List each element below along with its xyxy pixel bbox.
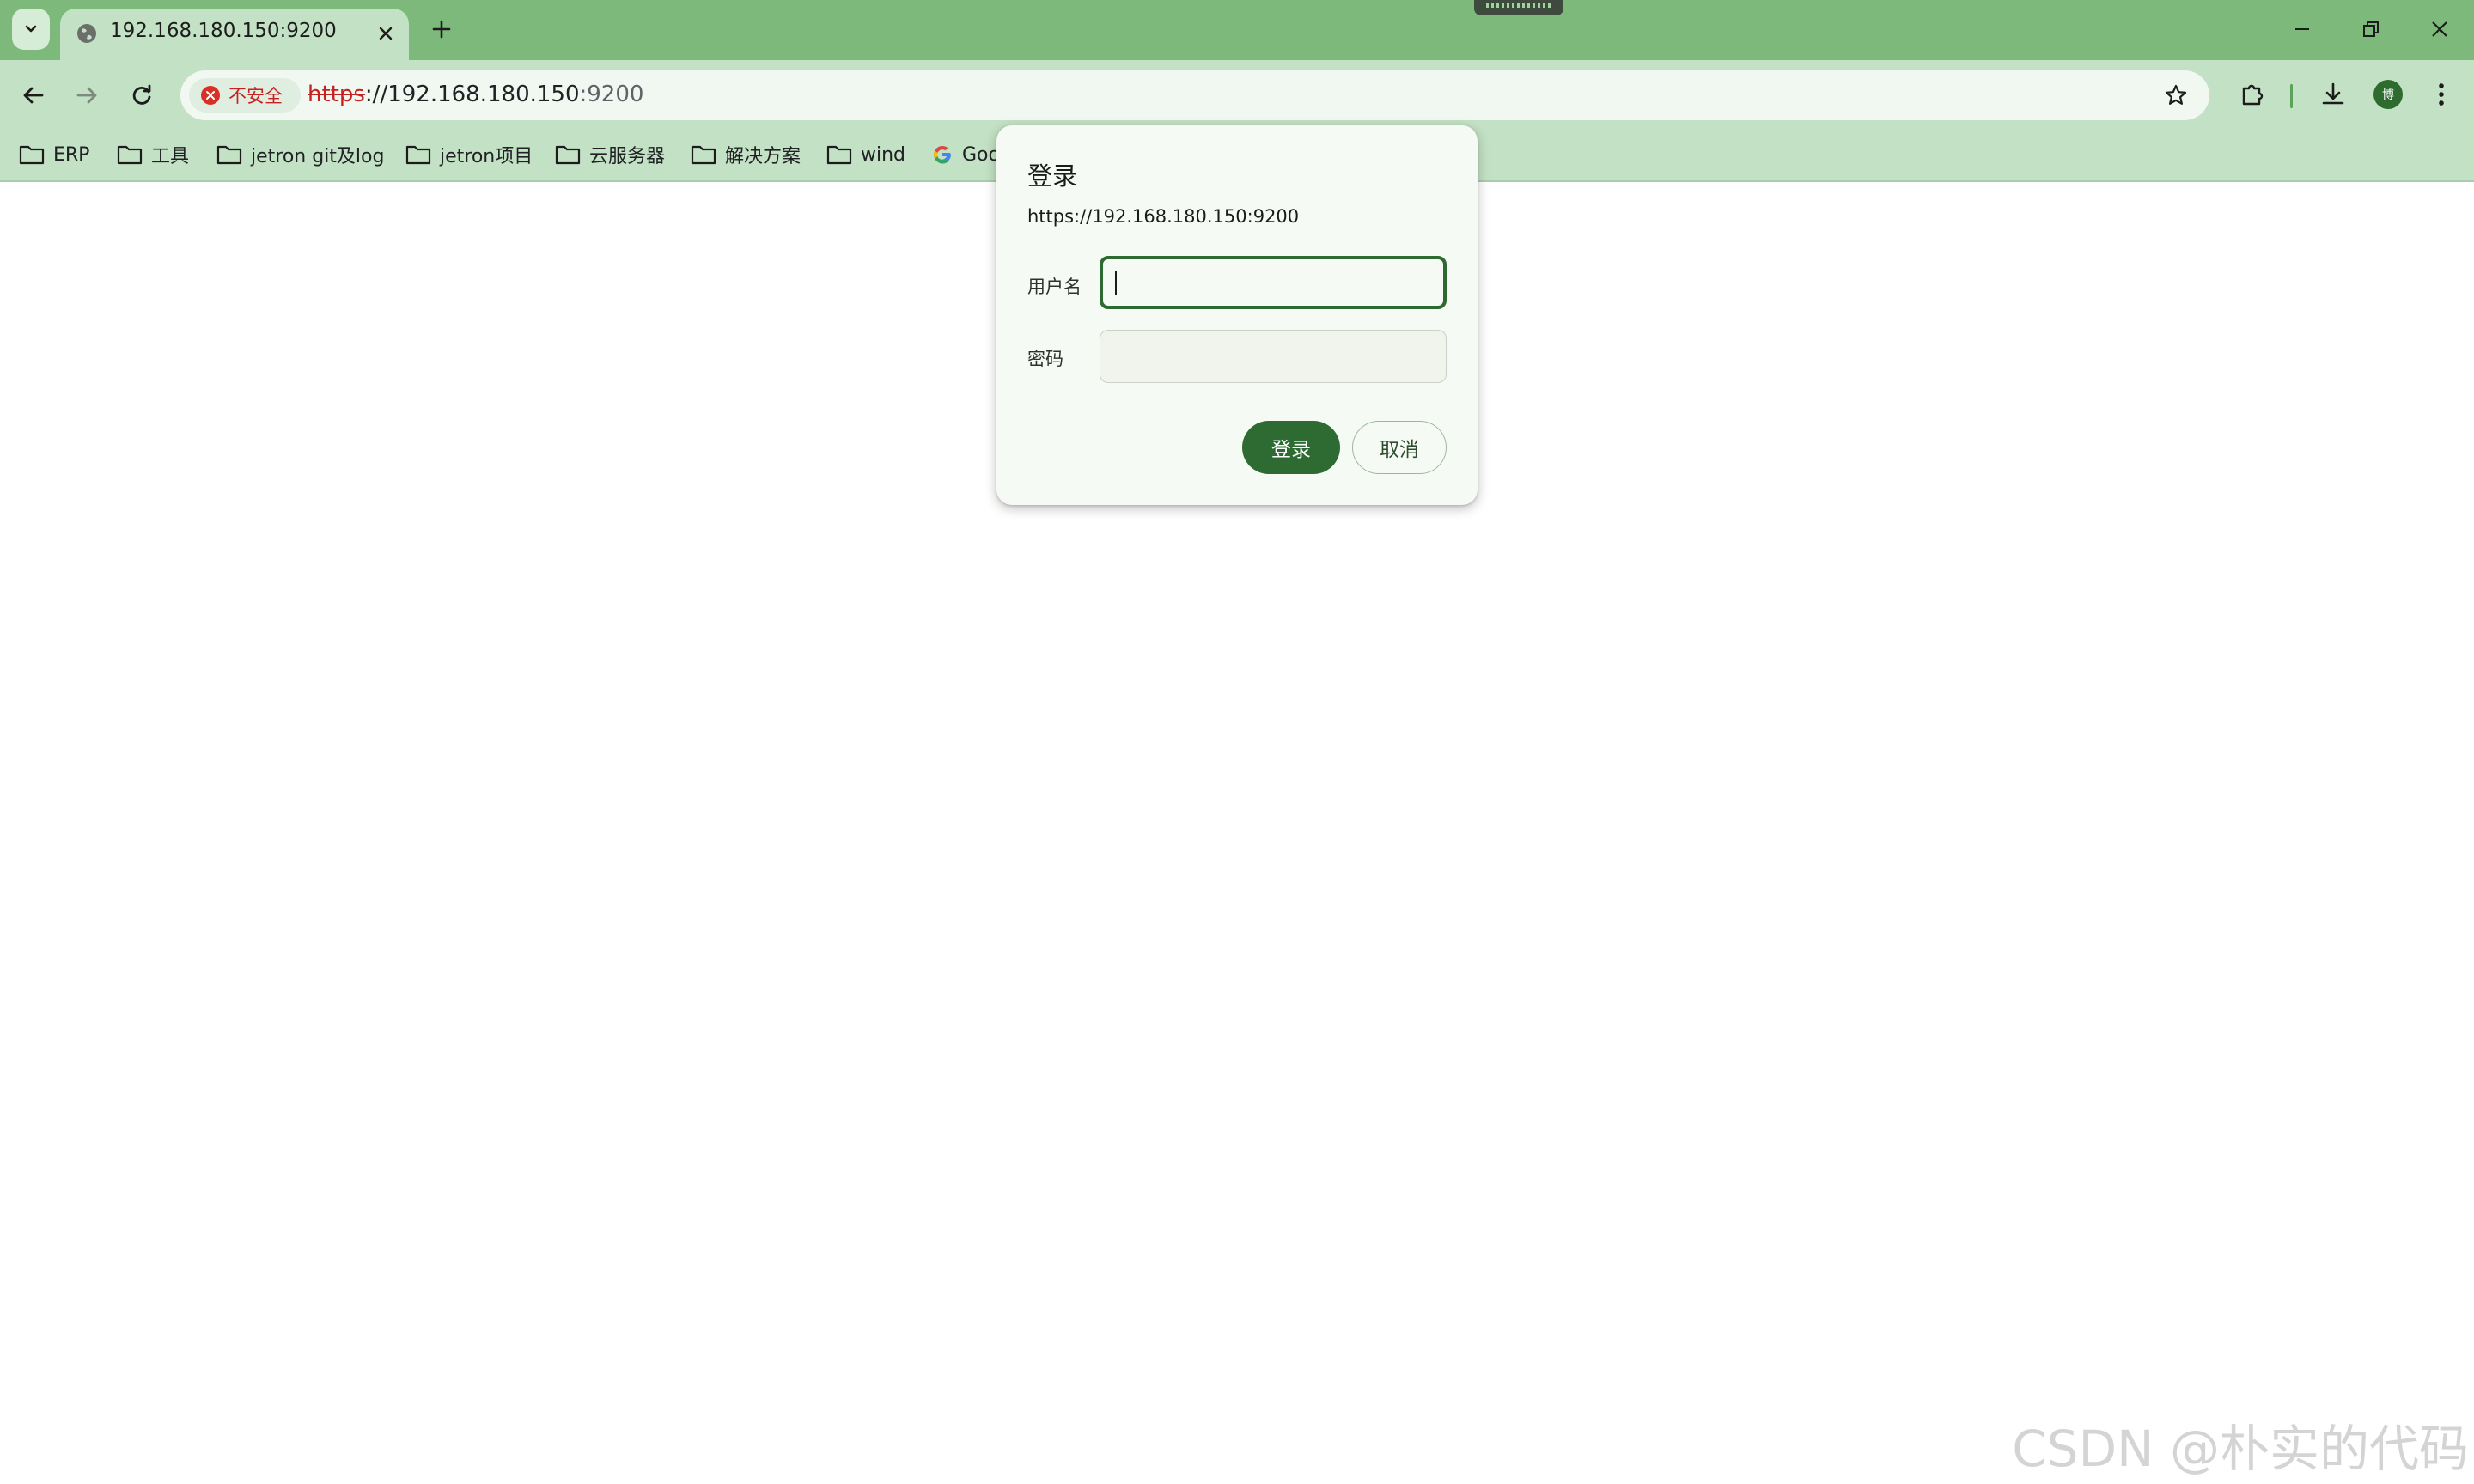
close-icon xyxy=(379,27,393,40)
more-vertical-icon xyxy=(2439,83,2444,106)
text-caret xyxy=(1115,271,1117,295)
camera-notch xyxy=(1474,0,1563,15)
forward-button[interactable] xyxy=(67,76,107,115)
url-host: ://192.168.180.150 xyxy=(364,82,580,107)
bookmark-folder-tools[interactable]: 工具 xyxy=(117,137,189,172)
dialog-url: https://192.168.180.150:9200 xyxy=(1027,206,1300,227)
bookmark-label: 工具 xyxy=(151,146,190,167)
bookmark-folder-solutions[interactable]: 解决方案 xyxy=(691,137,801,172)
close-icon xyxy=(2432,21,2447,37)
bookmark-star-button[interactable] xyxy=(2161,81,2191,110)
bookmark-folder-wind[interactable]: wind xyxy=(826,137,905,172)
close-tab-button[interactable] xyxy=(373,21,399,46)
google-icon xyxy=(934,146,952,164)
bookmark-folder-jetron-git[interactable]: jetron git及log xyxy=(216,137,384,172)
login-dialog: 登录 https://192.168.180.150:9200 用户名 密码 登… xyxy=(996,125,1478,505)
puzzle-icon xyxy=(2242,84,2264,106)
folder-icon xyxy=(405,145,431,165)
restore-button[interactable] xyxy=(2345,10,2397,48)
tab-strip: 192.168.180.150:9200 xyxy=(0,0,2474,60)
login-button[interactable]: 登录 xyxy=(1242,421,1340,474)
bookmark-google[interactable]: Goo xyxy=(931,137,1000,172)
chevron-down-icon xyxy=(25,25,37,33)
cancel-button[interactable]: 取消 xyxy=(1352,421,1447,474)
bookmark-label: jetron git及log xyxy=(251,146,385,167)
dialog-title: 登录 xyxy=(1027,161,1078,191)
folder-icon xyxy=(19,145,45,165)
tab-search-button[interactable] xyxy=(12,9,50,50)
new-tab-button[interactable] xyxy=(426,14,457,45)
profile-button[interactable]: 博 xyxy=(2366,72,2410,117)
url-text[interactable]: https://192.168.180.150:9200 xyxy=(308,82,643,107)
bookmark-folder-cloud-server[interactable]: 云服务器 xyxy=(555,137,665,172)
bookmark-folder-jetron-project[interactable]: jetron项目 xyxy=(405,137,533,172)
toolbar-divider xyxy=(2290,84,2293,108)
bookmark-folder-erp[interactable]: ERP xyxy=(19,137,89,172)
url-port: :9200 xyxy=(579,82,644,107)
bookmark-label: 解决方案 xyxy=(725,146,801,167)
folder-icon xyxy=(555,145,581,165)
extensions-button[interactable] xyxy=(2230,72,2275,117)
plus-icon xyxy=(432,20,451,39)
menu-button[interactable] xyxy=(2419,72,2464,117)
bookmark-label: 云服务器 xyxy=(589,146,666,167)
security-label: 不安全 xyxy=(229,86,283,106)
tab-current[interactable]: 192.168.180.150:9200 xyxy=(60,9,409,60)
folder-icon xyxy=(117,145,143,165)
globe-icon xyxy=(77,24,96,43)
password-field[interactable] xyxy=(1100,330,1447,383)
reload-button[interactable] xyxy=(122,76,161,115)
minimize-icon xyxy=(2295,28,2309,30)
warning-icon xyxy=(201,86,220,105)
folder-icon xyxy=(826,145,852,165)
folder-icon xyxy=(216,145,242,165)
username-label: 用户名 xyxy=(1027,277,1082,297)
password-label: 密码 xyxy=(1027,349,1063,369)
restore-icon xyxy=(2363,21,2379,37)
star-icon xyxy=(2165,84,2187,105)
arrow-right-icon xyxy=(76,87,97,104)
toolbar: 不安全 https://192.168.180.150:9200 博 xyxy=(0,60,2474,131)
bookmark-label: ERP xyxy=(53,143,90,166)
close-window-button[interactable] xyxy=(2414,10,2465,48)
reload-icon xyxy=(132,84,151,105)
watermark: CSDN @朴实的代码 xyxy=(2012,1420,2469,1478)
security-chip[interactable]: 不安全 xyxy=(189,78,301,113)
avatar: 博 xyxy=(2373,80,2403,109)
minimize-button[interactable] xyxy=(2276,10,2328,48)
arrow-left-icon xyxy=(23,87,44,104)
back-button[interactable] xyxy=(14,76,53,115)
bookmark-label: Goo xyxy=(962,143,1000,166)
username-field[interactable] xyxy=(1100,256,1447,309)
downloads-button[interactable] xyxy=(2311,72,2355,117)
address-bar[interactable]: 不安全 https://192.168.180.150:9200 xyxy=(180,70,2209,120)
folder-icon xyxy=(691,145,716,165)
bookmark-label: jetron项目 xyxy=(440,146,533,167)
tab-title: 192.168.180.150:9200 xyxy=(110,20,337,42)
download-icon xyxy=(2322,82,2344,105)
bookmark-label: wind xyxy=(861,143,906,166)
url-scheme: https xyxy=(308,82,365,107)
